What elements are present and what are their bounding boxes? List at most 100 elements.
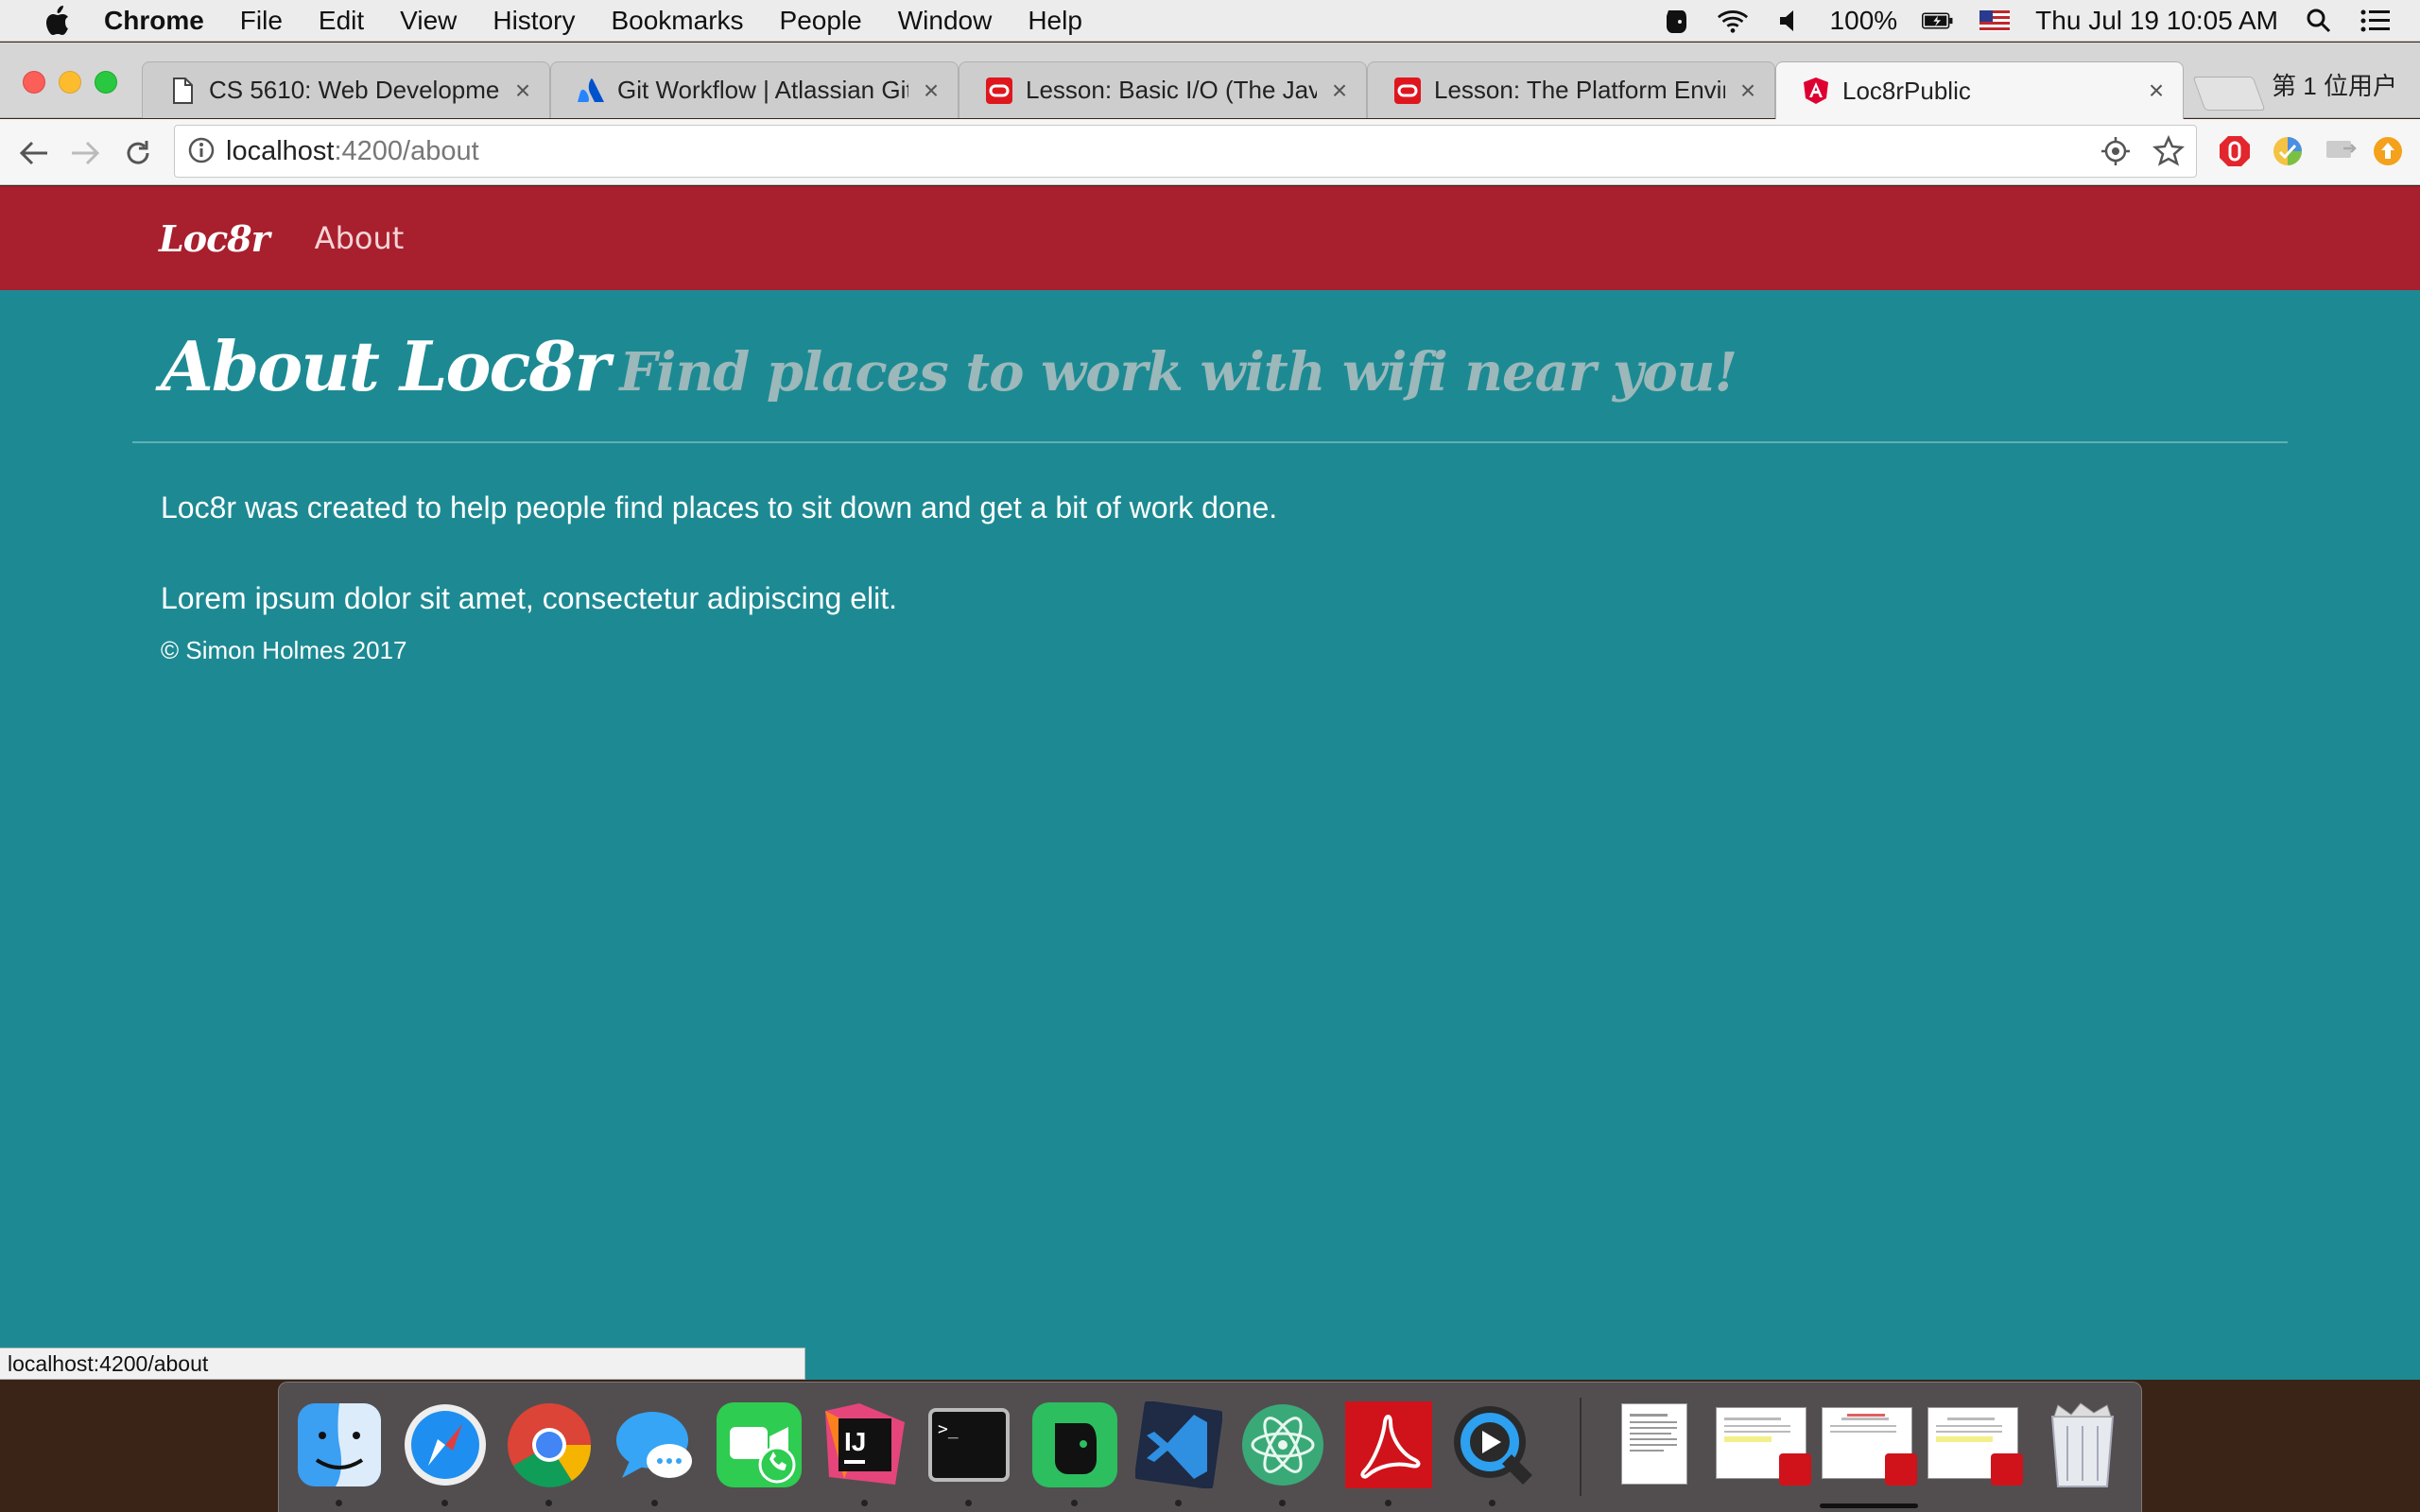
dock-separator [1580, 1398, 1582, 1496]
tab-platform-environment[interactable]: Lesson: The Platform Enviror × [1367, 61, 1775, 118]
atom-icon[interactable] [1239, 1401, 1326, 1488]
finder-icon[interactable] [296, 1401, 383, 1488]
tab-strip: CS 5610: Web Development × Git Workflow … [0, 43, 2420, 119]
address-bar[interactable]: localhost:4200/about [174, 125, 2197, 178]
spotlight-icon[interactable] [2303, 8, 2335, 34]
angular-icon [1803, 77, 1829, 104]
battery-icon[interactable] [1922, 8, 1954, 34]
running-indicator [1489, 1500, 1495, 1506]
atlassian-icon [578, 77, 604, 104]
reload-button[interactable] [119, 134, 157, 172]
messages-icon[interactable] [612, 1401, 699, 1488]
adblock-icon[interactable] [2218, 134, 2252, 168]
evernote-icon[interactable] [1031, 1401, 1118, 1488]
running-indicator [545, 1500, 552, 1506]
tab-cs5610[interactable]: CS 5610: Web Development × [142, 61, 550, 118]
minimize-window-button[interactable] [59, 71, 81, 94]
update-icon[interactable] [2371, 134, 2405, 168]
menu-view[interactable]: View [400, 6, 457, 36]
intellij-icon[interactable]: IJ [821, 1401, 908, 1488]
web-page: Loc8r About About Loc8r Find places to wo… [0, 186, 2420, 1380]
menu-app-name[interactable]: Chrome [104, 6, 204, 36]
brand-link[interactable]: Loc8r [159, 217, 270, 260]
footer-copyright: © Simon Holmes 2017 [161, 636, 407, 664]
forward-button[interactable] [66, 134, 104, 172]
tab-java-io[interactable]: Lesson: Basic I/O (The Java T × [959, 61, 1367, 118]
page-title: About Loc8r Find places to work with wifi… [161, 326, 1737, 406]
page-heading: About Loc8r [161, 326, 610, 406]
close-icon[interactable]: × [1328, 76, 1351, 106]
running-indicator [336, 1500, 342, 1506]
omnibox-actions [2100, 134, 2185, 172]
terminal-icon[interactable]: >_ [925, 1401, 1012, 1488]
running-indicator [1071, 1500, 1078, 1506]
chrome-icon[interactable] [506, 1401, 593, 1488]
volume-icon[interactable] [1773, 8, 1806, 34]
cast-icon[interactable] [2324, 134, 2358, 168]
nav-about-link[interactable]: About [315, 220, 405, 256]
running-indicator [965, 1500, 972, 1506]
menu-help[interactable]: Help [1028, 6, 1082, 36]
tab-git-workflow[interactable]: Git Workflow | Atlassian Git T × [550, 61, 959, 118]
close-icon[interactable]: × [1737, 76, 1759, 106]
quicktime-icon[interactable] [1449, 1401, 1536, 1488]
about-paragraph-2: Lorem ipsum dolor sit amet, consectetur … [161, 581, 898, 615]
url-text[interactable]: localhost:4200/about [226, 136, 479, 167]
menu-bar: Chrome File Edit View History Bookmarks … [0, 0, 2420, 42]
document-icon [169, 77, 196, 104]
bookmark-star-icon[interactable] [2152, 134, 2185, 172]
back-button[interactable] [15, 134, 53, 172]
menu-extras: 100% Thu Jul 19 10:05 AM [1660, 0, 2392, 42]
tab-loc8r-public[interactable]: Loc8rPublic × [1775, 61, 2184, 119]
active-window-indicator [1820, 1503, 1918, 1508]
document-thumbnail[interactable] [1621, 1403, 1687, 1485]
apple-icon[interactable] [38, 4, 76, 38]
profile-button[interactable]: 第 1 位用户 [2272, 67, 2397, 102]
close-icon[interactable]: × [920, 76, 942, 106]
running-indicator [861, 1500, 868, 1506]
running-indicator [441, 1500, 448, 1506]
new-tab-button[interactable] [2192, 77, 2266, 111]
page-header: About Loc8r Find places to work with wifi… [132, 326, 2288, 443]
pdf-thumbnail[interactable] [1716, 1407, 1811, 1486]
running-indicator [1279, 1500, 1286, 1506]
oracle-icon [1394, 77, 1421, 104]
location-icon[interactable] [2100, 135, 2132, 172]
menu-clock[interactable]: Thu Jul 19 10:05 AM [2035, 6, 2278, 36]
facetime-icon[interactable] [716, 1401, 803, 1488]
extension-colorful-icon[interactable] [2271, 134, 2305, 168]
safari-icon[interactable] [402, 1401, 489, 1488]
running-indicator [1385, 1500, 1392, 1506]
menu-file[interactable]: File [240, 6, 283, 36]
url-path: :4200/about [334, 135, 479, 166]
menu-history[interactable]: History [493, 6, 575, 36]
vscode-icon[interactable] [1135, 1401, 1222, 1488]
trash-icon[interactable] [2039, 1401, 2126, 1488]
pdf-thumbnail[interactable] [1822, 1407, 1917, 1486]
menu-edit[interactable]: Edit [319, 6, 364, 36]
evernote-status-icon[interactable] [1660, 8, 1692, 34]
close-window-button[interactable] [23, 71, 45, 94]
about-paragraph-1: Loc8r was created to help people find pl… [161, 490, 1278, 524]
close-icon[interactable]: × [2145, 76, 2168, 106]
menu-people[interactable]: People [780, 6, 862, 36]
svg-text:IJ: IJ [844, 1427, 866, 1456]
running-indicator [1175, 1500, 1182, 1506]
zoom-window-button[interactable] [95, 71, 117, 94]
menu-window[interactable]: Window [898, 6, 993, 36]
wifi-icon[interactable] [1717, 8, 1749, 34]
battery-percent: 100% [1829, 6, 1898, 35]
menu-bookmarks[interactable]: Bookmarks [611, 6, 743, 36]
pdf-thumbnail[interactable] [1927, 1407, 2023, 1486]
close-icon[interactable]: × [511, 76, 534, 106]
running-indicator [651, 1500, 658, 1506]
pdf-badge-icon [1779, 1453, 1811, 1486]
notification-center-icon[interactable] [2360, 8, 2392, 34]
site-info-icon[interactable] [188, 137, 216, 165]
tab-title: Loc8rPublic [1842, 76, 1971, 105]
dock: IJ >_ [278, 1382, 2142, 1512]
acrobat-icon[interactable] [1345, 1401, 1432, 1488]
oracle-icon [986, 77, 1012, 104]
us-flag-icon[interactable] [1979, 8, 2011, 34]
site-navbar: Loc8r About [0, 186, 2420, 290]
